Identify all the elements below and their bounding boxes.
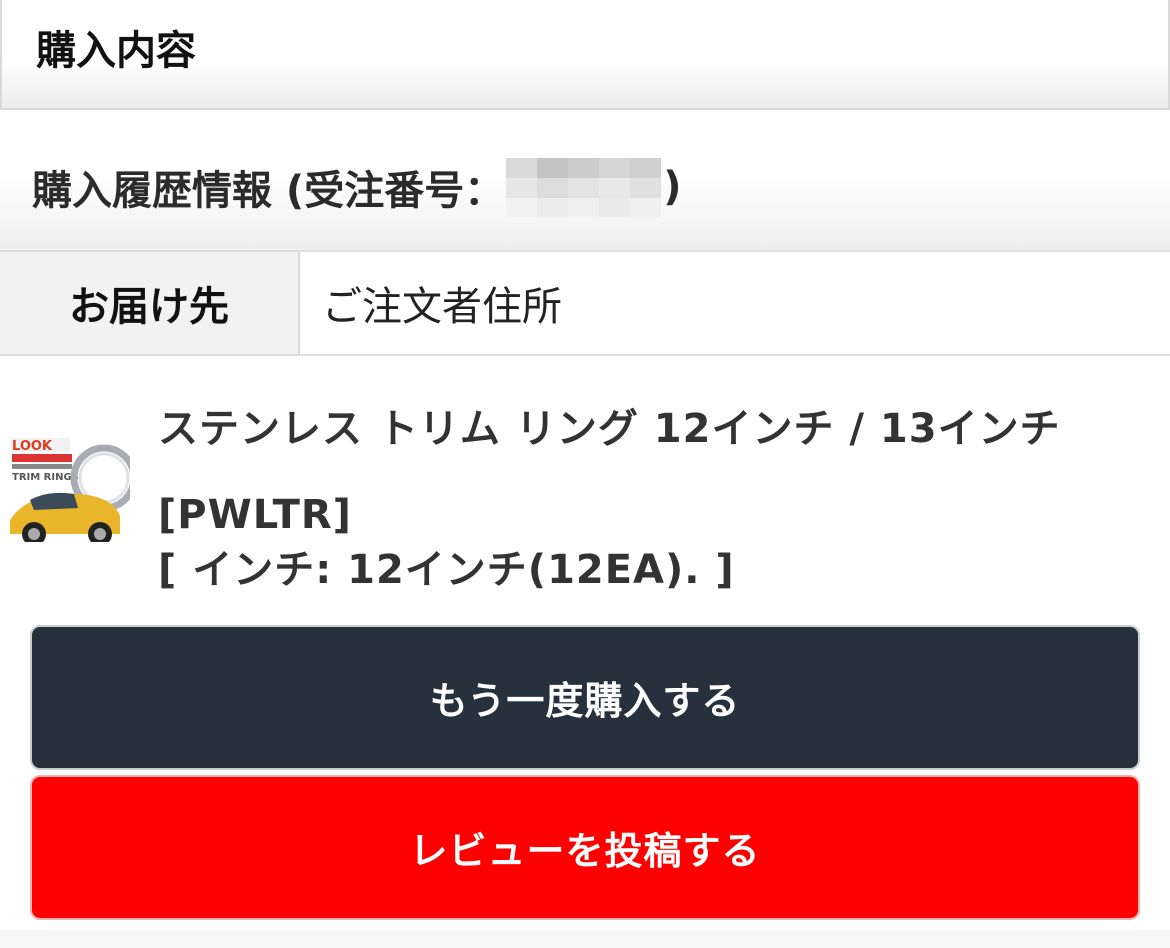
delivery-row: お届け先 ご注文者住所 <box>0 252 1170 356</box>
product-image: LOOK TRIM RINGS <box>8 430 130 552</box>
order-number-label: 購入履歴情報 (受注番号： <box>32 168 505 214</box>
order-number-line: 購入履歴情報 (受注番号： ) <box>32 157 682 217</box>
product-thumbnail[interactable]: LOOK TRIM RINGS <box>8 430 130 552</box>
order-number-close: ) <box>663 164 682 210</box>
product-item: LOOK TRIM RINGS ステンレス トリム リング 12インチ / 13… <box>0 356 1170 618</box>
order-number-redacted <box>506 157 662 217</box>
thumbnail-brand: LOOK <box>12 439 53 454</box>
section-header: 購入内容 <box>0 0 1170 110</box>
section-title: 購入内容 <box>36 28 196 74</box>
delivery-value: ご注文者住所 <box>322 284 562 330</box>
purchase-history-info: 購入履歴情報 (受注番号： ) <box>0 112 1170 252</box>
rebuy-button[interactable]: もう一度購入する <box>30 625 1140 770</box>
thumbnail-caption: TRIM RINGS <box>12 472 79 483</box>
delivery-label: お届け先 <box>0 252 300 354</box>
post-review-button[interactable]: レビューを投稿する <box>30 775 1140 920</box>
product-option: [ インチ: 12インチ(12EA). ] <box>158 547 735 593</box>
footer-strip <box>0 930 1170 948</box>
